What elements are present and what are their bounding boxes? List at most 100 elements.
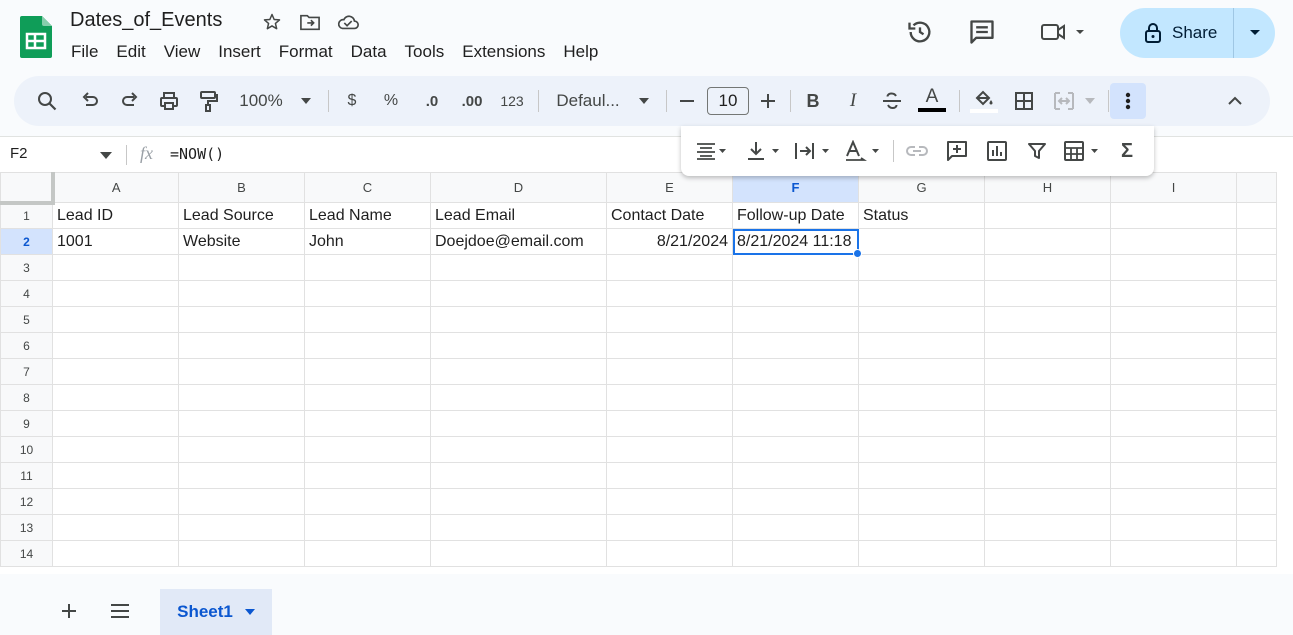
cell-a13[interactable]: [52, 514, 179, 541]
cell-a12[interactable]: [52, 488, 179, 515]
fill-handle[interactable]: [853, 249, 862, 258]
cell-b14[interactable]: [178, 540, 305, 567]
cell-g9[interactable]: [858, 410, 985, 437]
cell-i4[interactable]: [1110, 280, 1237, 307]
cell-d2[interactable]: Doejdoe@email.com: [430, 228, 607, 255]
cell-e3[interactable]: [606, 254, 733, 281]
star-icon[interactable]: [260, 10, 284, 34]
column-header-i[interactable]: I: [1110, 172, 1237, 203]
cell-g12[interactable]: [858, 488, 985, 515]
cell-h8[interactable]: [984, 384, 1111, 411]
cell-a2[interactable]: 1001: [52, 228, 179, 255]
cell-b6[interactable]: [178, 332, 305, 359]
text-color-button[interactable]: A: [916, 76, 948, 126]
text-wrapping-icon[interactable]: [793, 126, 833, 176]
column-header-b[interactable]: B: [178, 172, 305, 203]
cell-b13[interactable]: [178, 514, 305, 541]
row-header-12[interactable]: 12: [0, 488, 53, 515]
cell-f6[interactable]: [732, 332, 859, 359]
currency-format-button[interactable]: $: [342, 76, 362, 126]
menu-view[interactable]: View: [155, 40, 210, 64]
print-icon[interactable]: [156, 76, 182, 126]
cell-a7[interactable]: [52, 358, 179, 385]
sheets-logo-icon[interactable]: [20, 16, 52, 58]
cell-e4[interactable]: [606, 280, 733, 307]
row-header-8[interactable]: 8: [0, 384, 53, 411]
cell-f1[interactable]: Follow-up Date: [732, 202, 859, 229]
menu-edit[interactable]: Edit: [107, 40, 154, 64]
cell-d12[interactable]: [430, 488, 607, 515]
cell-h5[interactable]: [984, 306, 1111, 333]
cell-e13[interactable]: [606, 514, 733, 541]
row-header-13[interactable]: 13: [0, 514, 53, 541]
cell-d9[interactable]: [430, 410, 607, 437]
cell-g8[interactable]: [858, 384, 985, 411]
font-dropdown-icon[interactable]: [636, 76, 652, 126]
cell-f4[interactable]: [732, 280, 859, 307]
cell-a14[interactable]: [52, 540, 179, 567]
zoom-dropdown-icon[interactable]: [298, 76, 314, 126]
column-header-c[interactable]: C: [304, 172, 431, 203]
row-header-5[interactable]: 5: [0, 306, 53, 333]
column-header-e[interactable]: E: [606, 172, 733, 203]
cell-h10[interactable]: [984, 436, 1111, 463]
cell-d13[interactable]: [430, 514, 607, 541]
filter-icon[interactable]: [1023, 126, 1051, 176]
percent-format-button[interactable]: %: [380, 76, 402, 126]
cell-e5[interactable]: [606, 306, 733, 333]
cell-g4[interactable]: [858, 280, 985, 307]
menu-tools[interactable]: Tools: [396, 40, 454, 64]
cell-i11[interactable]: [1110, 462, 1237, 489]
cell-f2[interactable]: 8/21/2024 11:18: [732, 228, 862, 258]
name-box[interactable]: F2: [10, 145, 28, 162]
comment-icon[interactable]: [968, 14, 996, 50]
cell-g5[interactable]: [858, 306, 985, 333]
cell-i10[interactable]: [1110, 436, 1237, 463]
cell-g1[interactable]: Status: [858, 202, 985, 229]
cell-b7[interactable]: [178, 358, 305, 385]
table-view-icon[interactable]: [1061, 126, 1105, 176]
row-header-14[interactable]: 14: [0, 540, 53, 567]
cell-i3[interactable]: [1110, 254, 1237, 281]
zoom-select[interactable]: 100%: [236, 76, 286, 126]
cell-i12[interactable]: [1110, 488, 1237, 515]
video-icon[interactable]: [1040, 14, 1088, 50]
cell-b10[interactable]: [178, 436, 305, 463]
cell-f5[interactable]: [732, 306, 859, 333]
document-title[interactable]: Dates_of_Events: [70, 9, 222, 32]
font-size-input[interactable]: 10: [707, 87, 749, 115]
cell-b2[interactable]: Website: [178, 228, 305, 255]
cell-d3[interactable]: [430, 254, 607, 281]
cell-d10[interactable]: [430, 436, 607, 463]
cell-h3[interactable]: [984, 254, 1111, 281]
cell-d14[interactable]: [430, 540, 607, 567]
cell-i8[interactable]: [1110, 384, 1237, 411]
cell-i5[interactable]: [1110, 306, 1237, 333]
cell-e6[interactable]: [606, 332, 733, 359]
cell-e12[interactable]: [606, 488, 733, 515]
cell-h12[interactable]: [984, 488, 1111, 515]
name-box-dropdown-icon[interactable]: [100, 152, 112, 159]
column-header-d[interactable]: D: [430, 172, 607, 203]
cell-f7[interactable]: [732, 358, 859, 385]
cell-g10[interactable]: [858, 436, 985, 463]
cell-a1[interactable]: Lead ID: [52, 202, 179, 229]
row-header-9[interactable]: 9: [0, 410, 53, 437]
cell-f13[interactable]: [732, 514, 859, 541]
cell-e10[interactable]: [606, 436, 733, 463]
row-header-2[interactable]: 2: [0, 228, 53, 255]
sheet-tab-dropdown-icon[interactable]: [244, 609, 255, 615]
cell-d11[interactable]: [430, 462, 607, 489]
cell-g6[interactable]: [858, 332, 985, 359]
cell-e8[interactable]: [606, 384, 733, 411]
cell-g14[interactable]: [858, 540, 985, 567]
column-header-a[interactable]: A: [52, 172, 179, 203]
font-select[interactable]: Defaul...: [552, 76, 624, 126]
cell-d1[interactable]: Lead Email: [430, 202, 607, 229]
share-button[interactable]: Share: [1120, 8, 1275, 58]
cell-g3[interactable]: [858, 254, 985, 281]
search-icon[interactable]: [34, 76, 60, 126]
more-vert-icon[interactable]: [1110, 83, 1146, 119]
cell-d5[interactable]: [430, 306, 607, 333]
cell-f14[interactable]: [732, 540, 859, 567]
